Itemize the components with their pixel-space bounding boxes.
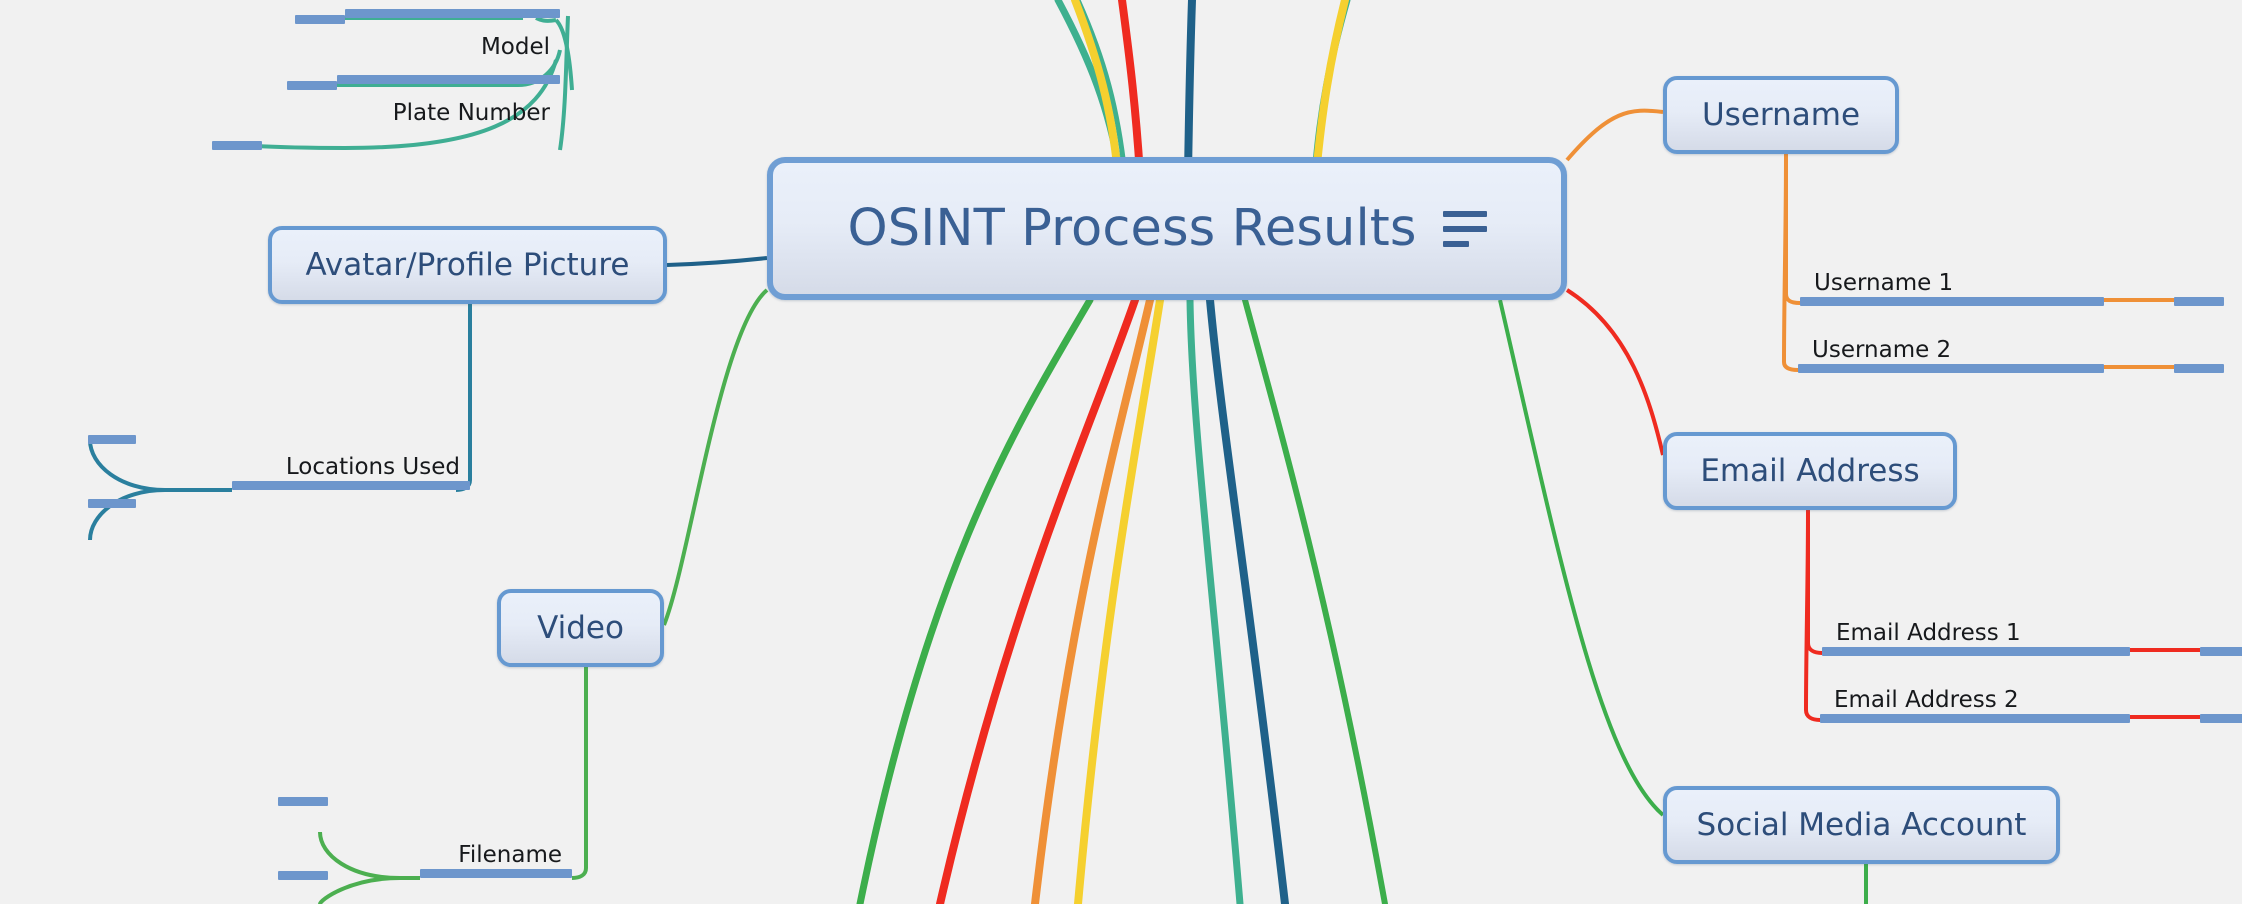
leaf-model[interactable]: Model [345, 0, 560, 70]
leaf-bar [337, 75, 560, 84]
node-video[interactable]: Video [497, 589, 664, 667]
leaf-bar [88, 499, 136, 508]
leaf-bar [2174, 297, 2224, 306]
leaf-bar [278, 797, 328, 806]
page-title: OSINT Process Results [847, 199, 1417, 258]
leaf-bar [345, 9, 560, 18]
leaf-bar [295, 15, 345, 24]
leaf-email-address-2-next-bar[interactable] [2200, 713, 2242, 723]
filename-collapsed-bar-top[interactable] [278, 796, 328, 806]
node-email-address-label: Email Address [1700, 453, 1920, 489]
leaf-plate-number[interactable]: Plate Number [337, 66, 560, 136]
leaf-model-label: Model [480, 34, 550, 60]
leaf-email-address-2-label: Email Address 2 [1834, 687, 2019, 713]
root-node[interactable]: OSINT Process Results [767, 157, 1567, 300]
node-username-label: Username [1701, 97, 1861, 133]
leaf-plate-number-label: Plate Number [392, 100, 550, 126]
leaf-filename-label: Filename [458, 842, 562, 868]
leaf-username-2[interactable]: Username 2 [1798, 307, 2104, 373]
node-social-media-account[interactable]: Social Media Account [1663, 786, 2060, 864]
leaf-bar [1822, 647, 2130, 656]
node-avatar-profile-picture-label: Avatar/Profile Picture [305, 247, 630, 283]
locations-used-collapsed-bar-top[interactable] [88, 434, 136, 444]
leaf-bar [2200, 647, 2242, 656]
leaf-bar [212, 141, 262, 150]
filename-collapsed-bar-bottom[interactable] [278, 870, 328, 880]
leaf-filename[interactable]: Filename [420, 812, 572, 878]
leaf-username-1[interactable]: Username 1 [1800, 240, 2104, 306]
leaf-username-2-label: Username 2 [1812, 337, 1952, 363]
model-sibling-bar[interactable] [295, 14, 345, 24]
leaf-email-address-1-next-bar[interactable] [2200, 646, 2242, 656]
leaf-bar [1800, 297, 2104, 306]
leaf-bar [1820, 714, 2130, 723]
leaf-username-2-next-bar[interactable] [2174, 363, 2224, 373]
leaf-email-address-1[interactable]: Email Address 1 [1822, 590, 2130, 656]
leaf-bar [278, 871, 328, 880]
node-avatar-profile-picture[interactable]: Avatar/Profile Picture [268, 226, 667, 304]
node-video-label: Video [537, 610, 624, 646]
leaf-bar [287, 81, 337, 90]
notes-icon[interactable] [1442, 210, 1487, 247]
plate-number-sibling-bar[interactable] [287, 80, 337, 90]
leaf-email-address-2[interactable]: Email Address 2 [1820, 657, 2130, 723]
locations-used-collapsed-bar-bottom[interactable] [88, 498, 136, 508]
mindmap-canvas: OSINT Process Results Username Email Add… [0, 0, 2242, 904]
leaf-username-1-label: Username 1 [1814, 270, 1954, 296]
leaf-username-1-next-bar[interactable] [2174, 296, 2224, 306]
leaf-bar [2174, 364, 2224, 373]
node-username[interactable]: Username [1663, 76, 1899, 154]
leaf-bar [2200, 714, 2242, 723]
leaf-bar [420, 869, 572, 878]
node-email-address[interactable]: Email Address [1663, 432, 1957, 510]
leaf-bar [1798, 364, 2104, 373]
vehicle-extra-bar[interactable] [212, 140, 262, 150]
leaf-locations-used[interactable]: Locations Used [232, 424, 470, 490]
leaf-bar [88, 435, 136, 444]
leaf-locations-used-label: Locations Used [285, 454, 460, 480]
leaf-email-address-1-label: Email Address 1 [1836, 620, 2021, 646]
leaf-bar [232, 481, 470, 490]
node-social-media-account-label: Social Media Account [1696, 807, 2027, 843]
